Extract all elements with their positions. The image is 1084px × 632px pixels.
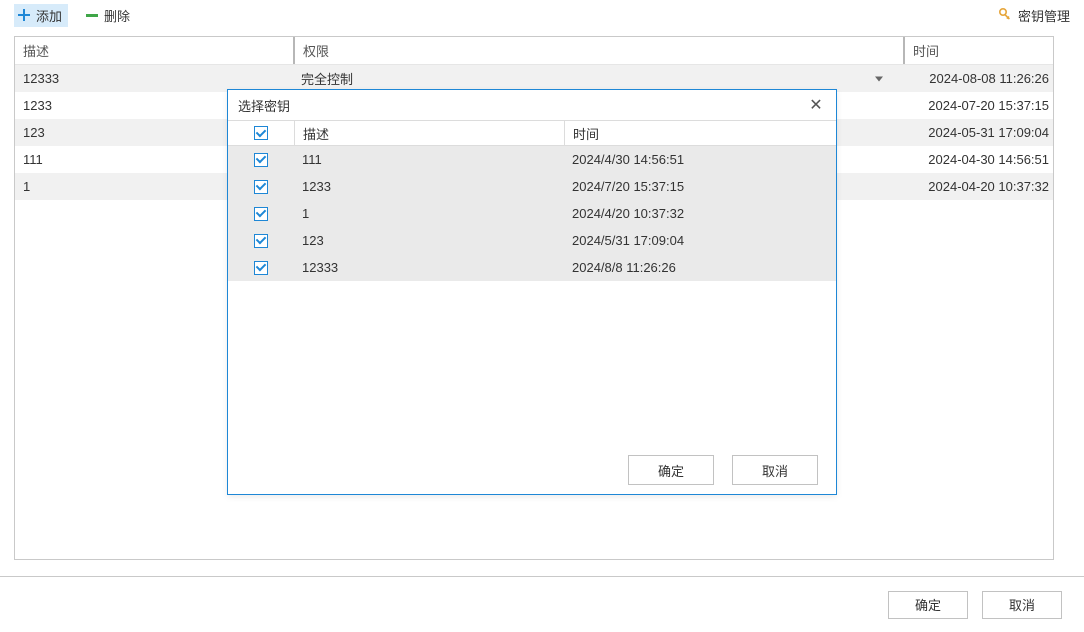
delete-button[interactable]: 删除 bbox=[82, 4, 136, 27]
delete-label: 删除 bbox=[104, 6, 130, 25]
dialog-cell-desc: 12333 bbox=[294, 260, 564, 275]
plus-icon bbox=[16, 7, 32, 23]
dialog-th-check[interactable] bbox=[228, 121, 294, 145]
minus-icon bbox=[84, 7, 100, 23]
dialog-body: 1112024/4/30 14:56:5112332024/7/20 15:37… bbox=[228, 146, 836, 446]
dialog-cancel-button[interactable]: 取消 bbox=[732, 455, 818, 485]
close-icon: ✕ bbox=[809, 95, 822, 115]
cell-time: 2024-07-20 15:37:15 bbox=[903, 98, 1053, 113]
dialog-th-desc[interactable]: 描述 bbox=[294, 121, 564, 145]
th-perm[interactable]: 权限 bbox=[293, 37, 903, 64]
dialog-cell-time: 2024/8/8 11:26:26 bbox=[564, 260, 836, 275]
row-checkbox[interactable] bbox=[254, 207, 268, 221]
dialog-row[interactable]: 12332024/7/20 15:37:15 bbox=[228, 173, 836, 200]
footer-ok-button[interactable]: 确定 bbox=[888, 591, 968, 619]
dialog-th-time[interactable]: 时间 bbox=[564, 121, 836, 145]
table-row[interactable]: 12333完全控制2024-08-08 11:26:26 bbox=[15, 65, 1053, 92]
key-management-button[interactable]: 密钥管理 bbox=[998, 6, 1070, 25]
dialog-cell-desc: 111 bbox=[294, 152, 564, 167]
cell-perm[interactable]: 完全控制 bbox=[293, 69, 903, 88]
footer-cancel-button[interactable]: 取消 bbox=[982, 591, 1062, 619]
cell-time: 2024-04-20 10:37:32 bbox=[903, 179, 1053, 194]
row-checkbox[interactable] bbox=[254, 261, 268, 275]
add-button[interactable]: 添加 bbox=[14, 4, 68, 27]
dialog-cell-check bbox=[228, 153, 294, 167]
row-checkbox[interactable] bbox=[254, 234, 268, 248]
page-footer: 确定 取消 bbox=[0, 576, 1084, 632]
dialog-cell-check bbox=[228, 207, 294, 221]
dialog-cell-time: 2024/4/20 10:37:32 bbox=[564, 206, 836, 221]
dialog-footer: 确定 取消 bbox=[228, 446, 836, 494]
dialog-cell-desc: 123 bbox=[294, 233, 564, 248]
dialog-cell-check bbox=[228, 234, 294, 248]
dialog-table-header: 描述 时间 bbox=[228, 120, 836, 146]
dialog-row[interactable]: 123332024/8/8 11:26:26 bbox=[228, 254, 836, 281]
cell-time: 2024-04-30 14:56:51 bbox=[903, 152, 1053, 167]
dialog-close-button[interactable]: ✕ bbox=[806, 95, 826, 115]
select-key-dialog: 选择密钥 ✕ 描述 时间 1112024/4/30 14:56:51123320… bbox=[227, 89, 837, 495]
row-checkbox[interactable] bbox=[254, 153, 268, 167]
key-icon bbox=[998, 7, 1014, 23]
dialog-title: 选择密钥 bbox=[238, 96, 806, 115]
dialog-cell-time: 2024/4/30 14:56:51 bbox=[564, 152, 836, 167]
cell-time: 2024-05-31 17:09:04 bbox=[903, 125, 1053, 140]
dialog-cell-desc: 1233 bbox=[294, 179, 564, 194]
key-management-label: 密钥管理 bbox=[1018, 6, 1070, 25]
chevron-down-icon bbox=[875, 76, 883, 81]
add-label: 添加 bbox=[36, 6, 62, 25]
cell-time: 2024-08-08 11:26:26 bbox=[903, 71, 1053, 86]
dialog-cell-time: 2024/5/31 17:09:04 bbox=[564, 233, 836, 248]
dialog-cell-time: 2024/7/20 15:37:15 bbox=[564, 179, 836, 194]
cell-desc: 12333 bbox=[15, 71, 293, 86]
th-desc[interactable]: 描述 bbox=[15, 37, 293, 64]
row-checkbox[interactable] bbox=[254, 180, 268, 194]
dialog-cell-check bbox=[228, 180, 294, 194]
main-table-header: 描述 权限 时间 bbox=[15, 37, 1053, 65]
dialog-cell-check bbox=[228, 261, 294, 275]
dialog-row[interactable]: 1232024/5/31 17:09:04 bbox=[228, 227, 836, 254]
dialog-cell-desc: 1 bbox=[294, 206, 564, 221]
dialog-header: 选择密钥 ✕ bbox=[228, 90, 836, 120]
dialog-row[interactable]: 1112024/4/30 14:56:51 bbox=[228, 146, 836, 173]
toolbar: 添加 删除 密钥管理 bbox=[0, 0, 1084, 30]
th-time[interactable]: 时间 bbox=[903, 37, 1053, 64]
select-all-checkbox[interactable] bbox=[254, 126, 268, 140]
dialog-row[interactable]: 12024/4/20 10:37:32 bbox=[228, 200, 836, 227]
dialog-ok-button[interactable]: 确定 bbox=[628, 455, 714, 485]
